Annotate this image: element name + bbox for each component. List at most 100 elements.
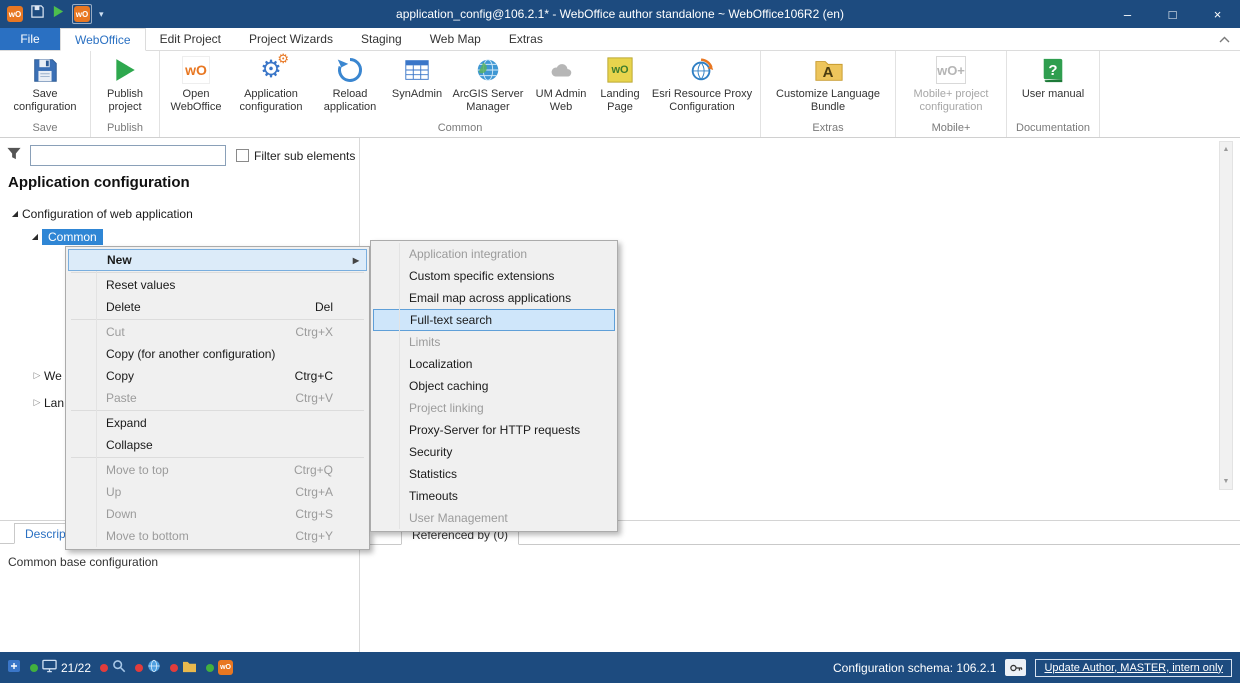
vertical-scrollbar[interactable]: ▲ ▼ — [1219, 141, 1233, 490]
submenu-item-timeouts[interactable]: Timeouts — [373, 485, 615, 507]
status-app-icon — [7, 659, 21, 676]
submenu-item-proxy-server[interactable]: Proxy-Server for HTTP requests — [373, 419, 615, 441]
open-weboffice-button[interactable]: wO Open WebOffice — [163, 51, 229, 121]
globe-icon — [472, 54, 504, 86]
filter-sub-elements-label: Filter sub elements — [254, 149, 355, 163]
quick-weboffice-icon[interactable]: wO — [72, 4, 92, 24]
window-controls: – □ × — [1105, 0, 1240, 28]
tab-extras[interactable]: Extras — [495, 28, 557, 50]
tree-node-common-selected[interactable]: ◢ Common — [28, 228, 103, 245]
ribbon-group-caption-common: Common — [163, 122, 757, 137]
submenu-item-user-management: User Management — [373, 507, 615, 529]
submenu-item-statistics[interactable]: Statistics — [373, 463, 615, 485]
status-dot-green — [206, 664, 214, 672]
ribbon-group-extras: A Customize Language Bundle Extras — [761, 51, 896, 137]
menu-item-new[interactable]: New ▶ — [68, 249, 367, 271]
window-title: application_config@106.2.1* - WebOffice … — [0, 7, 1240, 21]
menu-item-delete[interactable]: DeleteDel — [68, 296, 367, 318]
tree-expander-expanded-icon[interactable]: ◢ — [8, 209, 22, 218]
arcgis-server-manager-button[interactable]: ArcGIS Server Manager — [447, 51, 529, 121]
tree-expander-collapsed-icon[interactable]: ▷ — [30, 397, 44, 408]
menu-item-cut: CutCtrg+X — [68, 321, 367, 343]
status-web-service — [135, 659, 161, 676]
ribbon-group-save: Save configuration Save — [0, 51, 91, 137]
application-window: wO wO ▾ application_config@106.2.1* - We… — [0, 0, 1240, 683]
weboffice-logo-icon: wO — [218, 660, 233, 675]
maximize-button[interactable]: □ — [1150, 0, 1195, 28]
tab-weboffice[interactable]: WebOffice — [60, 28, 146, 51]
mobile-plus-icon: wO+ — [935, 54, 967, 86]
scroll-up-icon[interactable]: ▲ — [1220, 142, 1232, 157]
filter-input[interactable] — [30, 145, 226, 166]
app-logo-icon: wO — [7, 6, 23, 22]
tree-node-partial-2[interactable]: ▷ Lan — [30, 394, 64, 411]
tree-expander-collapsed-icon[interactable]: ▷ — [30, 370, 44, 381]
save-configuration-button[interactable]: Save configuration — [3, 51, 87, 121]
menu-item-up: UpCtrg+A — [68, 481, 367, 503]
menu-item-collapse[interactable]: Collapse — [68, 434, 367, 456]
tab-project-wizards[interactable]: Project Wizards — [235, 28, 347, 50]
user-manual-button[interactable]: ? User manual — [1010, 51, 1096, 121]
tab-web-map[interactable]: Web Map — [416, 28, 495, 50]
esri-resource-proxy-button[interactable]: Esri Resource Proxy Configuration — [647, 51, 757, 121]
close-button[interactable]: × — [1195, 0, 1240, 28]
ribbon-group-mobile: wO+ Mobile+ project configuration Mobile… — [896, 51, 1007, 137]
um-admin-web-button[interactable]: UM Admin Web — [529, 51, 593, 121]
reload-application-button[interactable]: Reload application — [313, 51, 387, 121]
reload-icon — [334, 54, 366, 86]
ribbon-group-caption-documentation: Documentation — [1010, 122, 1096, 137]
menu-item-paste: PasteCtrg+V — [68, 387, 367, 409]
application-configuration-button[interactable]: ⚙⚙ Application configuration — [229, 51, 313, 121]
tab-edit-project[interactable]: Edit Project — [146, 28, 235, 50]
menu-item-reset-values[interactable]: Reset values — [68, 274, 367, 296]
status-counter: 21/22 — [61, 661, 91, 675]
ribbon-group-common: wO Open WebOffice ⚙⚙ Application configu… — [160, 51, 761, 137]
quick-save-icon[interactable] — [30, 4, 45, 24]
collapse-ribbon-chevron-icon[interactable] — [1219, 28, 1230, 50]
submenu-item-application-integration: Application integration — [373, 243, 615, 265]
menu-item-copy[interactable]: CopyCtrg+C — [68, 365, 367, 387]
status-dot-red — [170, 664, 178, 672]
tree-expander-expanded-icon[interactable]: ◢ — [28, 232, 42, 241]
cloud-icon — [545, 54, 577, 86]
tree-node-partial-1[interactable]: ▷ We — [30, 367, 62, 384]
menu-item-copy-for-another[interactable]: Copy (for another configuration) — [68, 343, 367, 365]
menu-item-down: DownCtrg+S — [68, 503, 367, 525]
quick-publish-icon[interactable] — [52, 5, 65, 23]
panel-title: Application configuration — [8, 174, 190, 191]
description-text: Common base configuration — [8, 555, 158, 569]
submenu-item-localization[interactable]: Localization — [373, 353, 615, 375]
context-menu: New ▶ Reset values DeleteDel CutCtrg+X C… — [65, 246, 370, 550]
tab-staging[interactable]: Staging — [347, 28, 416, 50]
ribbon-group-caption-mobile: Mobile+ — [899, 122, 1003, 137]
submenu-item-custom-specific-extensions[interactable]: Custom specific extensions — [373, 265, 615, 287]
minimize-button[interactable]: – — [1105, 0, 1150, 28]
scroll-down-icon[interactable]: ▼ — [1220, 474, 1232, 489]
menu-item-move-to-top: Move to topCtrg+Q — [68, 459, 367, 481]
submenu-item-email-map[interactable]: Email map across applications — [373, 287, 615, 309]
key-button[interactable] — [1005, 659, 1026, 676]
landing-page-button[interactable]: wO Landing Page — [593, 51, 647, 121]
quick-access-dropdown-icon[interactable]: ▾ — [99, 9, 104, 20]
gears-icon: ⚙⚙ — [255, 54, 287, 86]
menu-separator — [71, 410, 364, 411]
customize-language-bundle-button[interactable]: A Customize Language Bundle — [764, 51, 892, 121]
update-author-link[interactable]: Update Author, MASTER, intern only — [1035, 659, 1232, 677]
tab-file[interactable]: File — [0, 28, 60, 50]
filter-sub-elements-checkbox[interactable] — [236, 149, 249, 162]
submenu-item-project-linking: Project linking — [373, 397, 615, 419]
ribbon-group-caption-extras: Extras — [764, 122, 892, 137]
tree-root-node[interactable]: ◢ Configuration of web application — [8, 205, 193, 222]
menu-item-expand[interactable]: Expand — [68, 412, 367, 434]
landing-page-icon: wO — [604, 54, 636, 86]
synadmin-button[interactable]: SynAdmin — [387, 51, 447, 121]
title-bar: wO wO ▾ application_config@106.2.1* - We… — [0, 0, 1240, 28]
submenu-item-full-text-search[interactable]: Full-text search — [373, 309, 615, 331]
ribbon-tab-bar: File WebOffice Edit Project Project Wiza… — [0, 28, 1240, 51]
submenu-item-security[interactable]: Security — [373, 441, 615, 463]
publish-project-button[interactable]: Publish project — [94, 51, 156, 121]
filter-funnel-icon[interactable] — [6, 146, 22, 166]
computer-icon — [42, 659, 57, 676]
submenu-item-object-caching[interactable]: Object caching — [373, 375, 615, 397]
configuration-schema-label: Configuration schema: 106.2.1 — [833, 661, 996, 675]
